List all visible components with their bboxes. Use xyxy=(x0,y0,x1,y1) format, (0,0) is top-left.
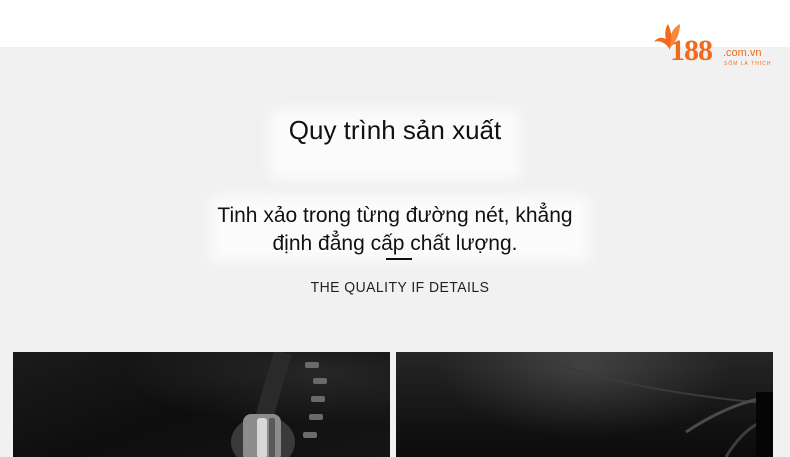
page-title: Quy trình sản xuất xyxy=(288,115,502,145)
logo-number: 188 xyxy=(670,34,713,67)
site-logo[interactable]: 188 .com.vn SỐM LÀ THÍCH xyxy=(650,22,775,72)
logo-domain: .com.vn xyxy=(723,47,762,59)
product-photo-edge xyxy=(396,352,773,457)
page-subtitle: Tinh xảo trong từng đường nét, khẳng địn… xyxy=(217,204,573,255)
title-divider xyxy=(386,258,412,260)
product-photo-zipper xyxy=(13,352,390,457)
quality-caption: THE QUALITY IF DETAILS xyxy=(310,279,490,296)
logo-tagline: SỐM LÀ THÍCH xyxy=(724,61,772,67)
